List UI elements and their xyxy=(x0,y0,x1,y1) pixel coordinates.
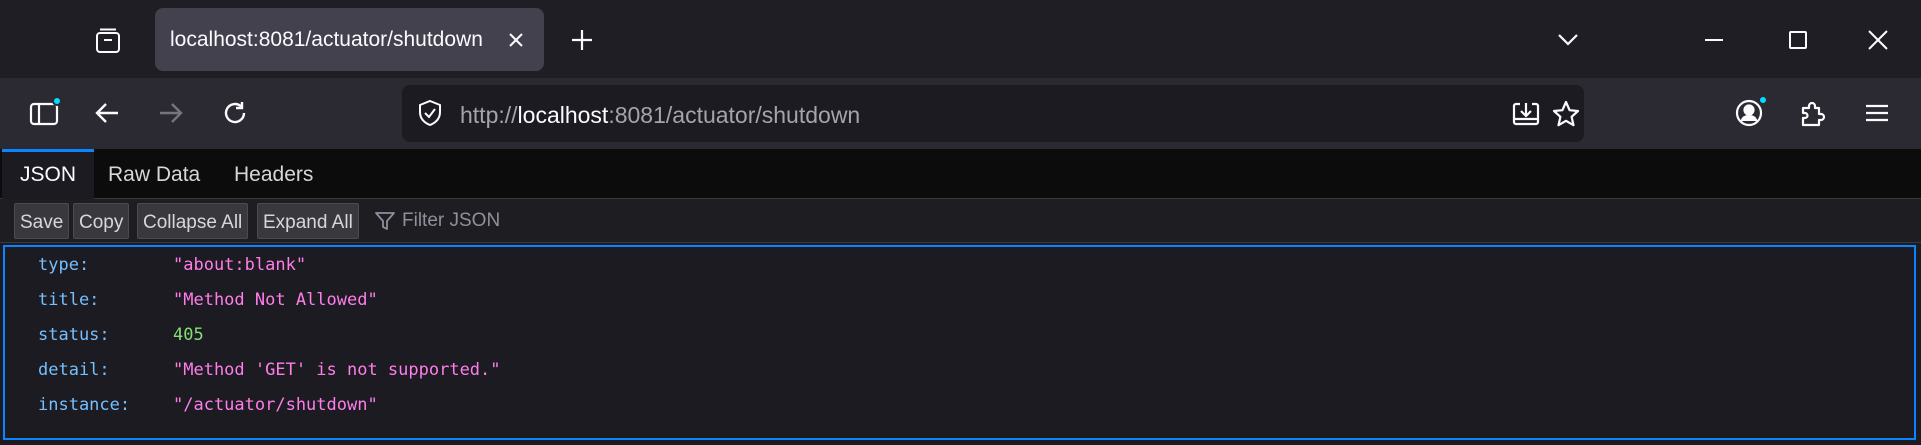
bookmark-button[interactable] xyxy=(1547,95,1585,133)
json-viewer-toolbar: Save Copy Collapse All Expand All xyxy=(0,199,1921,243)
puzzle-icon xyxy=(1799,99,1827,127)
json-key: title: xyxy=(38,290,100,310)
json-key: detail: xyxy=(38,360,110,380)
json-row-type[interactable]: type: "about:blank" xyxy=(5,247,1914,282)
collapse-all-button[interactable]: Collapse All xyxy=(137,203,249,239)
back-button[interactable] xyxy=(84,90,130,136)
tab-title: localhost:8081/actuator/shutdown xyxy=(170,28,483,51)
url-path: :8081/actuator/shutdown xyxy=(608,102,861,128)
filter-json xyxy=(372,203,892,239)
tab-list-button[interactable] xyxy=(88,21,128,61)
chevron-down-icon xyxy=(1557,33,1579,47)
minimize-icon xyxy=(1705,38,1723,42)
account-notification-dot xyxy=(1758,95,1768,105)
list-all-tabs-button[interactable] xyxy=(1548,22,1588,58)
reload-button[interactable] xyxy=(212,90,258,136)
reload-icon xyxy=(222,100,248,126)
expand-all-button[interactable]: Expand All xyxy=(257,203,359,239)
url-scheme: http:// xyxy=(460,102,518,128)
plus-icon xyxy=(570,28,594,52)
download-icon xyxy=(1512,101,1540,127)
browser-window: localhost:8081/actuator/shutdown http://… xyxy=(0,0,1921,445)
funnel-icon xyxy=(374,210,396,232)
new-tab-button[interactable] xyxy=(562,22,602,58)
close-window-button[interactable] xyxy=(1856,18,1900,62)
copy-button[interactable]: Copy xyxy=(73,203,130,239)
star-icon xyxy=(1552,100,1580,128)
close-icon xyxy=(1868,30,1888,50)
site-security-button[interactable] xyxy=(412,95,448,131)
tab-raw-data[interactable]: Raw Data xyxy=(90,149,218,199)
maximize-button[interactable] xyxy=(1776,18,1820,62)
json-row-instance[interactable]: instance: "/actuator/shutdown" xyxy=(5,387,1914,422)
json-row-detail[interactable]: detail: "Method 'GET' is not supported." xyxy=(5,352,1914,387)
navigation-toolbar: http://localhost:8081/actuator/shutdown xyxy=(0,78,1921,149)
close-tab-button[interactable] xyxy=(502,26,530,54)
json-row-status[interactable]: status: 405 xyxy=(5,317,1914,352)
minimize-button[interactable] xyxy=(1692,18,1736,62)
address-bar[interactable]: http://localhost:8081/actuator/shutdown xyxy=(402,85,1584,142)
sidebar-notification-dot xyxy=(52,96,62,106)
json-key: status: xyxy=(38,325,110,345)
account-button[interactable] xyxy=(1726,90,1772,136)
json-viewer-tabs: JSON Raw Data Headers xyxy=(0,149,1921,199)
json-value: "Method Not Allowed" xyxy=(173,290,378,310)
tab-list-icon xyxy=(94,27,122,55)
open-menu-button[interactable] xyxy=(1854,90,1900,136)
close-icon xyxy=(508,32,524,48)
filter-json-input[interactable] xyxy=(402,203,882,239)
save-button[interactable]: Save xyxy=(14,203,70,239)
json-value: "Method 'GET' is not supported." xyxy=(173,360,501,380)
json-row-title[interactable]: title: "Method Not Allowed" xyxy=(5,282,1914,317)
tab-strip: localhost:8081/actuator/shutdown xyxy=(0,0,1921,78)
maximize-icon xyxy=(1789,31,1807,49)
json-value: "/actuator/shutdown" xyxy=(173,395,378,415)
json-value: "about:blank" xyxy=(173,255,307,275)
json-value: 405 xyxy=(173,325,204,345)
json-key: type: xyxy=(38,255,90,275)
tab-headers[interactable]: Headers xyxy=(216,149,331,199)
forward-button[interactable] xyxy=(148,90,194,136)
save-page-button[interactable] xyxy=(1507,95,1545,133)
tab-json[interactable]: JSON xyxy=(2,149,95,199)
url-host: localhost xyxy=(517,102,609,128)
url-text[interactable]: http://localhost:8081/actuator/shutdown xyxy=(460,102,860,129)
shield-icon xyxy=(418,99,442,127)
hamburger-icon xyxy=(1865,103,1889,123)
json-key: instance: xyxy=(38,395,131,415)
back-arrow-icon xyxy=(94,101,120,125)
sidebar-button[interactable] xyxy=(21,90,67,136)
forward-arrow-icon xyxy=(158,101,184,125)
json-panel: type: "about:blank" title: "Method Not A… xyxy=(3,245,1916,440)
active-tab[interactable]: localhost:8081/actuator/shutdown xyxy=(155,8,544,71)
extensions-button[interactable] xyxy=(1790,90,1836,136)
